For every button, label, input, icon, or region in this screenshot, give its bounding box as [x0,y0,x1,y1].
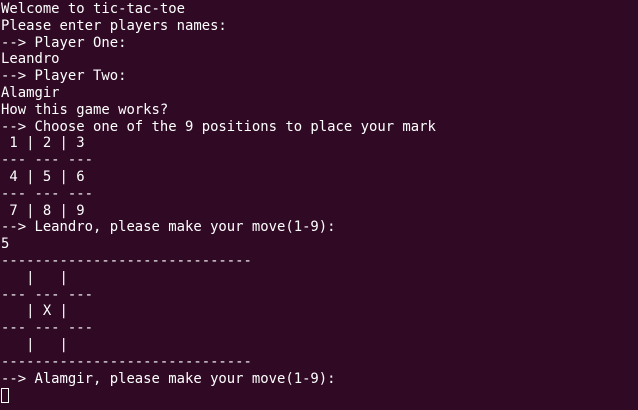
guide-board-separator-1: --- --- --- [1,152,93,169]
guide-board-separator-2: --- --- --- [1,185,93,202]
player-two-prompt: --> Player Two: [1,68,127,85]
board-top-border: ------------------------------ [1,252,252,269]
game-board-separator-1: --- --- --- [1,286,93,303]
guide-board-row-3: 7 | 8 | 9 [1,202,85,219]
welcome-line: Welcome to tic-tac-toe [1,1,185,17]
how-game-works-heading: How this game works? [1,101,169,118]
player-two-name: Alamgir [1,84,60,101]
game-board-row-3: | | [1,336,68,353]
board-bottom-border: ------------------------------ [1,353,252,370]
text-cursor[interactable] [1,388,9,404]
player-two-move-prompt: --> Alamgir, please make your move(1-9): [1,370,336,387]
player-one-name: Leandro [1,51,60,68]
game-board-row-2: | X | [1,303,68,320]
game-board-separator-2: --- --- --- [1,320,93,337]
player-one-move-prompt: --> Leandro, please make your move(1-9): [1,219,336,236]
input-line[interactable] [1,387,638,404]
player-one-prompt: --> Player One: [1,34,127,51]
game-board-row-1: | | [1,269,68,286]
guide-board-row-2: 4 | 5 | 6 [1,168,85,185]
enter-names-prompt: Please enter players names: [1,17,227,34]
instructions-line: --> Choose one of the 9 positions to pla… [1,118,436,135]
guide-board-row-1: 1 | 2 | 3 [1,135,85,152]
player-one-move-input: 5 [1,236,10,253]
terminal-window[interactable]: Welcome to tic-tac-toe Please enter play… [0,0,638,410]
